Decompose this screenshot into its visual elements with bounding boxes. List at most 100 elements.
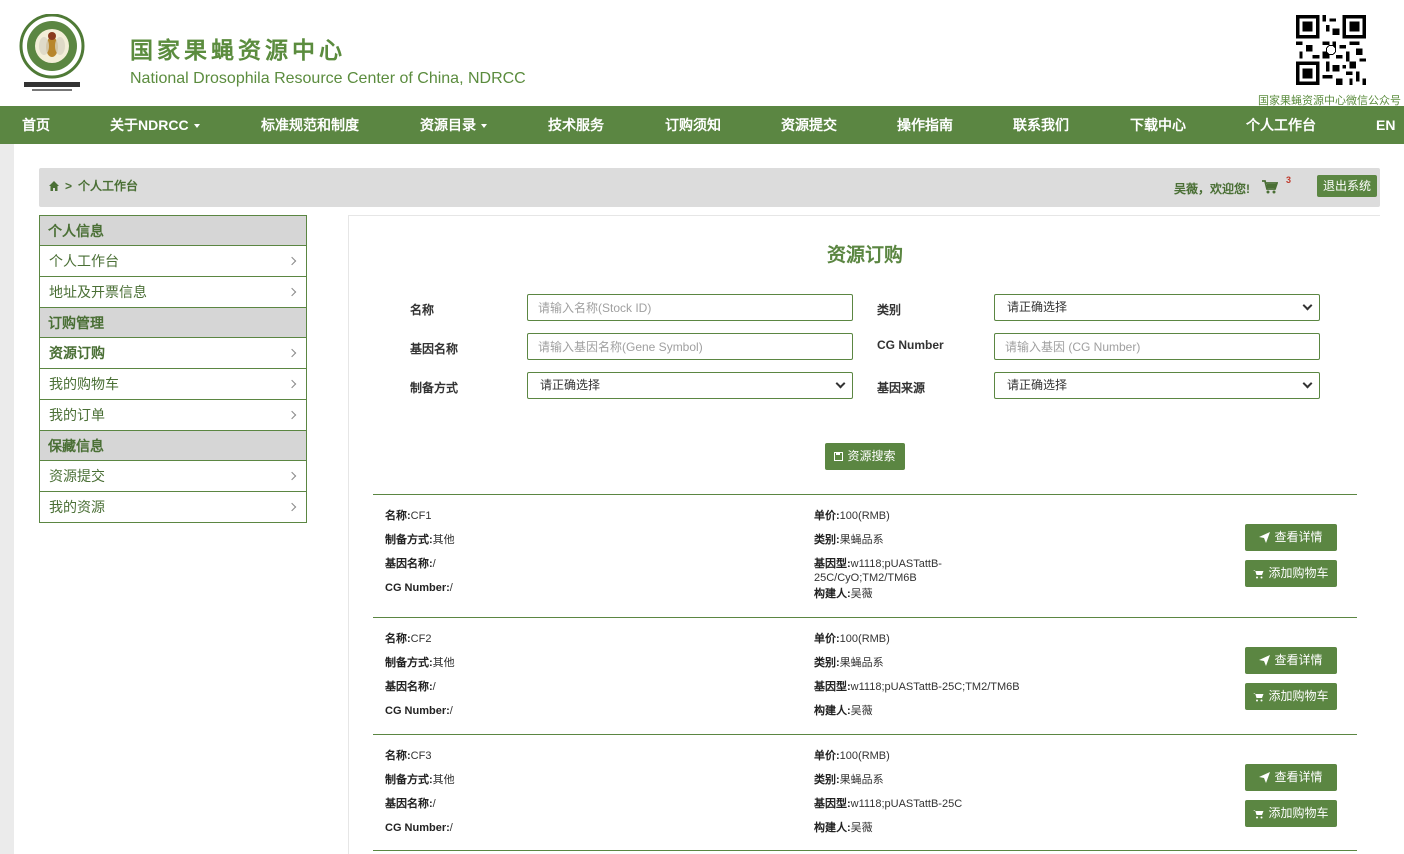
main-nav: 首页 关于NDRCC 标准规范和制度 资源目录 技术服务 订购须知 资源提交 操… (0, 106, 1404, 144)
result-name: 名称:CF3 (385, 750, 432, 762)
nav-language-en[interactable]: EN (1376, 106, 1395, 144)
nav-catalog[interactable]: 资源目录 (420, 106, 487, 144)
chevron-down-icon (835, 378, 846, 389)
breadcrumb-current: 个人工作台 (78, 179, 139, 193)
nav-submit[interactable]: 资源提交 (781, 106, 837, 144)
view-detail-button[interactable]: 查看详情 (1245, 764, 1337, 791)
save-icon (834, 452, 844, 461)
sidebar-section-orders: 订购管理 (40, 308, 306, 338)
add-to-cart-button[interactable]: 添加购物车 (1245, 560, 1337, 587)
cart-icon[interactable] (1262, 180, 1278, 194)
site-title-en: National Drosophila Resource Center of C… (130, 70, 526, 87)
sidebar-item-address-invoice[interactable]: 地址及开票信息 (40, 277, 306, 308)
result-cg: CG Number:/ (385, 582, 453, 594)
result-cg: CG Number:/ (385, 705, 453, 717)
welcome-text: 吴薇，欢迎您! (1174, 182, 1250, 196)
sidebar-section-deposit: 保藏信息 (40, 431, 306, 461)
caret-down-icon (481, 124, 487, 129)
sidebar-section-personal: 个人信息 (40, 216, 306, 246)
nav-tech-services[interactable]: 技术服务 (548, 106, 604, 144)
nav-order-notice[interactable]: 订购须知 (665, 106, 721, 144)
nav-contact[interactable]: 联系我们 (1013, 106, 1069, 144)
chevron-right-icon (287, 287, 297, 297)
sidebar-item-resource-submit[interactable]: 资源提交 (40, 461, 306, 492)
result-builder: 构建人:吴薇 (814, 822, 873, 834)
sidebar: 个人信息 个人工作台 地址及开票信息 订购管理 资源订购 我的购物车 我的订单 … (39, 215, 307, 523)
result-genotype: 基因型:w1118;pUASTattB-25C (814, 798, 963, 810)
result-method: 制备方式:其他 (385, 534, 455, 546)
result-category: 类别:果蝇品系 (814, 534, 884, 546)
add-to-cart-button[interactable]: 添加购物车 (1245, 683, 1337, 710)
nav-downloads[interactable]: 下载中心 (1130, 106, 1186, 144)
sidebar-item-my-resources[interactable]: 我的资源 (40, 492, 306, 523)
ndrcc-logo[interactable] (18, 14, 86, 94)
sidebar-item-workspace[interactable]: 个人工作台 (40, 246, 306, 277)
qr-code (1296, 15, 1366, 85)
send-icon (1259, 655, 1271, 666)
method-label: 制备方式 (410, 381, 459, 395)
view-detail-button[interactable]: 查看详情 (1245, 524, 1337, 551)
nav-home[interactable]: 首页 (22, 106, 50, 144)
result-gene: 基因名称:/ (385, 681, 436, 693)
result-price: 单价:100(RMB) (814, 510, 890, 522)
chevron-right-icon (287, 502, 297, 512)
left-edge-strip (0, 144, 14, 854)
resource-search-button[interactable]: 资源搜索 (825, 443, 905, 470)
nav-workspace[interactable]: 个人工作台 (1246, 106, 1316, 144)
cg-number-label: CG Number (877, 338, 944, 352)
gene-source-select[interactable]: 请正确选择 (994, 372, 1320, 399)
cart-icon (1253, 570, 1264, 579)
result-category: 类别:果蝇品系 (814, 657, 884, 669)
chevron-right-icon (287, 348, 297, 358)
home-icon[interactable] (49, 180, 59, 191)
nav-guide[interactable]: 操作指南 (897, 106, 953, 144)
result-price: 单价:100(RMB) (814, 750, 890, 762)
sidebar-item-my-orders[interactable]: 我的订单 (40, 400, 306, 431)
main-panel: 资源订购 名称 类别 请正确选择 基因名称 CG Number 制备方式 请正确… (348, 215, 1380, 854)
name-input[interactable] (527, 294, 853, 321)
chevron-right-icon (287, 379, 297, 389)
result-name: 名称:CF1 (385, 510, 432, 522)
logout-button[interactable]: 退出系统 (1317, 175, 1378, 197)
chevron-right-icon (287, 410, 297, 420)
view-detail-button[interactable]: 查看详情 (1245, 647, 1337, 674)
result-genotype: 基因型:w1118;pUASTattB-25C/CyO;TM2/TM6B (814, 558, 942, 584)
result-builder: 构建人:吴薇 (814, 705, 873, 717)
category-select[interactable]: 请正确选择 (994, 294, 1320, 321)
sidebar-item-my-cart[interactable]: 我的购物车 (40, 369, 306, 400)
chevron-right-icon (287, 256, 297, 266)
result-name: 名称:CF2 (385, 633, 432, 645)
chevron-down-icon (1302, 300, 1313, 311)
result-genotype: 基因型:w1118;pUASTattB-25C;TM2/TM6B (814, 681, 1020, 693)
cg-number-input[interactable] (994, 333, 1320, 360)
chevron-down-icon (1302, 378, 1313, 389)
gene-name-input[interactable] (527, 333, 853, 360)
category-label: 类别 (877, 303, 902, 317)
sidebar-item-resource-order[interactable]: 资源订购 (40, 338, 306, 369)
nav-about[interactable]: 关于NDRCC (110, 106, 200, 144)
result-item: 名称:CF2 制备方式:其他 基因名称:/ CG Number:/ 单价:100… (373, 617, 1357, 734)
name-label: 名称 (410, 303, 435, 317)
result-gene: 基因名称:/ (385, 558, 436, 570)
send-icon (1259, 772, 1271, 783)
gene-source-label: 基因来源 (877, 381, 926, 395)
gene-name-label: 基因名称 (410, 342, 459, 356)
site-title-cn: 国家果蝇资源中心 (130, 38, 346, 64)
send-icon (1259, 532, 1271, 543)
method-select[interactable]: 请正确选择 (527, 372, 853, 399)
result-builder: 构建人:吴薇 (814, 588, 873, 600)
add-to-cart-button[interactable]: 添加购物车 (1245, 800, 1337, 827)
breadcrumb-bar: > 个人工作台 吴薇，欢迎您! 3 退出系统 (39, 168, 1380, 207)
result-gene: 基因名称:/ (385, 798, 436, 810)
nav-standards[interactable]: 标准规范和制度 (261, 106, 359, 144)
result-category: 类别:果蝇品系 (814, 774, 884, 786)
page-title: 资源订购 (826, 245, 903, 266)
breadcrumb: > 个人工作台 (49, 177, 138, 194)
caret-down-icon (193, 124, 200, 129)
result-method: 制备方式:其他 (385, 774, 455, 786)
result-price: 单价:100(RMB) (814, 633, 890, 645)
cart-icon (1253, 810, 1264, 819)
cart-icon (1253, 693, 1264, 702)
cart-count-badge: 3 (1286, 175, 1292, 185)
result-item: 名称:CF3 制备方式:其他 基因名称:/ CG Number:/ 单价:100… (373, 734, 1357, 851)
